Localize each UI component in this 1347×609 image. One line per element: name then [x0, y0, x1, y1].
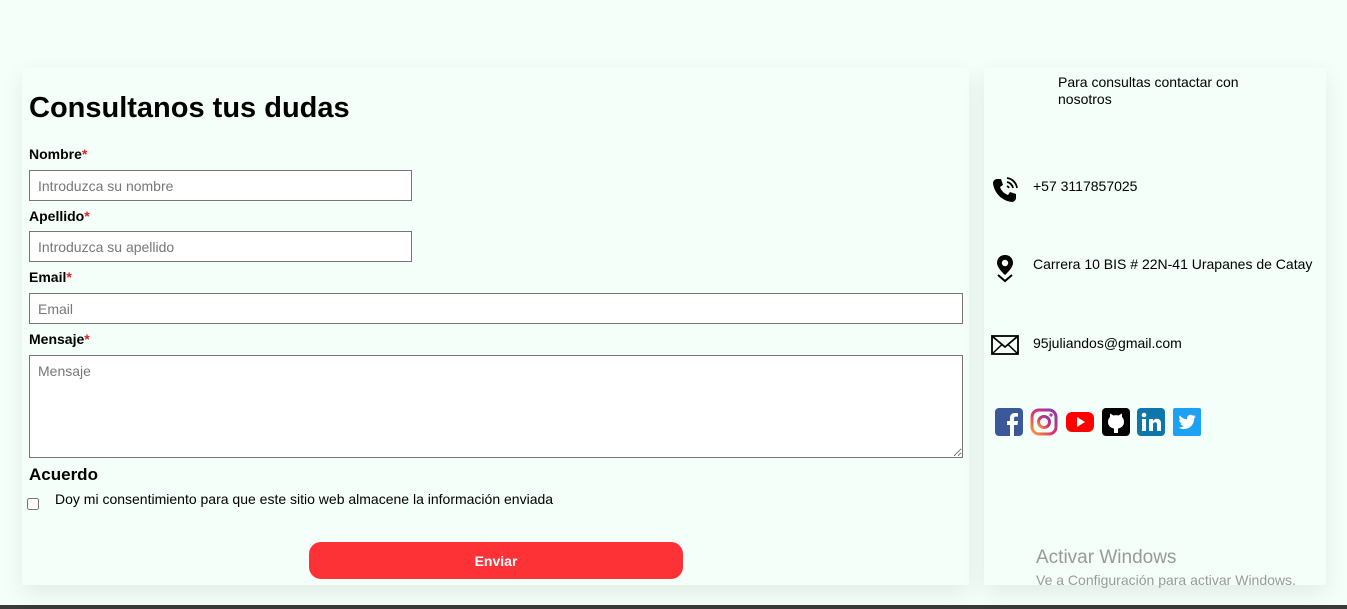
nombre-label: Nombre*: [29, 146, 87, 162]
instagram-icon[interactable]: [1030, 408, 1058, 436]
submit-button[interactable]: Enviar: [309, 542, 683, 579]
envelope-icon: [991, 335, 1019, 355]
youtube-icon[interactable]: [1066, 408, 1094, 436]
contact-info-panel: Para consultas contactar con nosotros +5…: [984, 68, 1326, 588]
address-text: Carrera 10 BIS # 22N-41 Urapanes de Cata…: [1033, 256, 1313, 272]
facebook-icon[interactable]: [995, 408, 1023, 436]
apellido-label: Apellido*: [29, 208, 90, 224]
email-text: 95juliandos@gmail.com: [1033, 335, 1182, 351]
email-label: Email*: [29, 269, 72, 285]
twitter-icon[interactable]: [1173, 408, 1201, 436]
location-pin-icon: [997, 255, 1013, 283]
bottom-edge-line: [0, 605, 1347, 609]
phone-icon: [993, 177, 1018, 202]
email-label-text: Email: [29, 269, 67, 285]
contact-intro: Para consultas contactar con nosotros: [1058, 74, 1239, 107]
apellido-label-text: Apellido: [29, 208, 85, 224]
nombre-input[interactable]: [29, 170, 412, 201]
required-mark: *: [81, 146, 88, 162]
agreement-heading: Acuerdo: [29, 465, 98, 484]
consent-checkbox[interactable]: [27, 498, 39, 510]
nombre-label-text: Nombre: [29, 146, 82, 162]
required-mark: *: [66, 269, 72, 285]
mensaje-textarea[interactable]: [29, 355, 963, 458]
required-mark: *: [84, 208, 90, 224]
required-mark: *: [84, 331, 90, 347]
consent-text: Doy mi consentimiento para que este siti…: [55, 491, 554, 507]
email-input[interactable]: [29, 293, 963, 324]
windows-watermark-title: Activar Windows: [1036, 547, 1177, 568]
apellido-input[interactable]: [29, 231, 412, 262]
phone-text: +57 3117857025: [1033, 178, 1138, 194]
mensaje-label: Mensaje*: [29, 331, 90, 347]
mensaje-label-text: Mensaje: [29, 331, 85, 347]
linkedin-icon[interactable]: [1137, 408, 1165, 436]
form-title: Consultanos tus dudas: [29, 92, 350, 124]
windows-watermark-subtitle: Ve a Configuración para activar Windows.: [1036, 572, 1296, 588]
github-icon[interactable]: [1102, 408, 1130, 436]
contact-form-panel: Consultanos tus dudas Nombre* Apellido* …: [22, 68, 969, 585]
